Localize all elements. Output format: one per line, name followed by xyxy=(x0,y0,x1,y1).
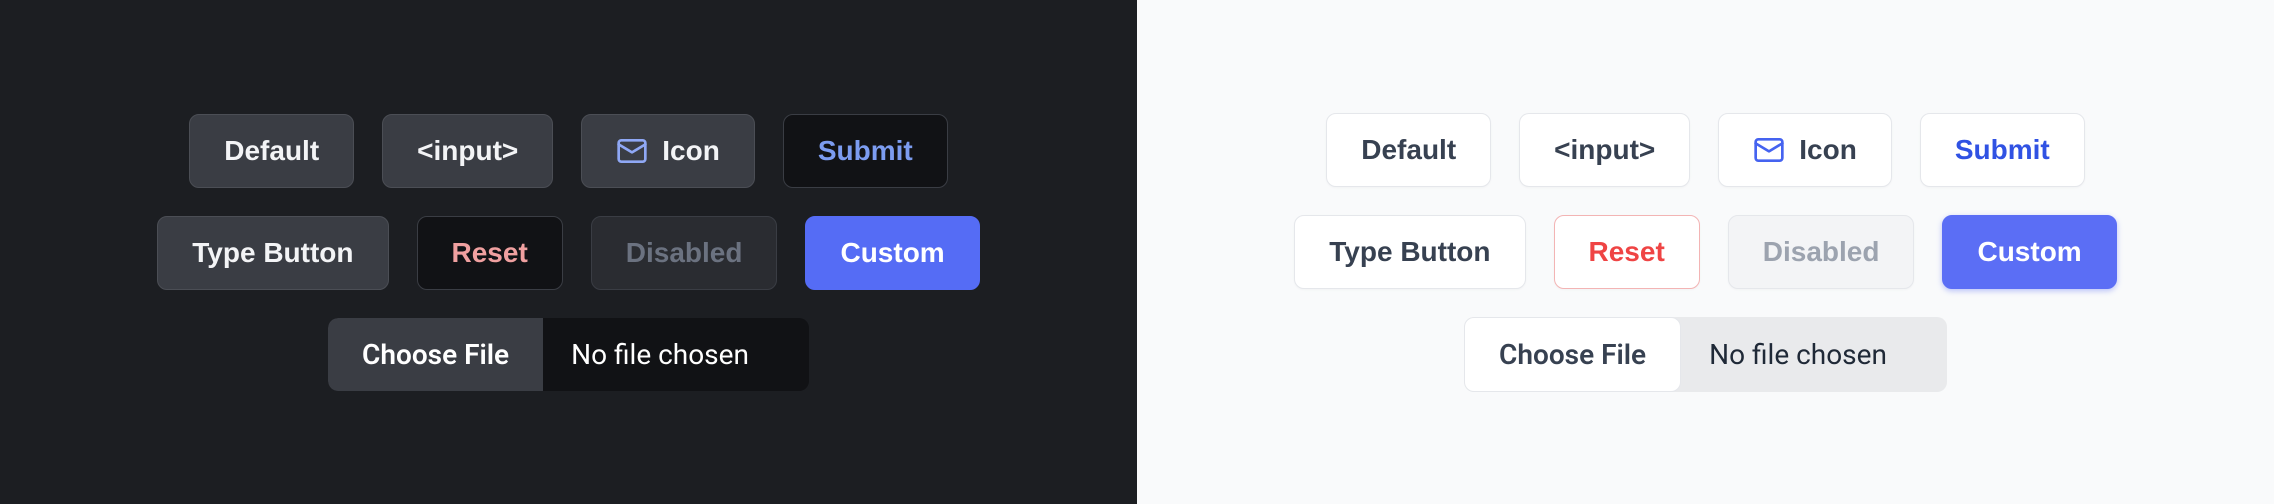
file-input[interactable]: Choose File No file chosen xyxy=(328,318,809,391)
type-button[interactable]: Type Button xyxy=(157,216,388,290)
icon-button-label: Icon xyxy=(662,135,720,167)
type-button[interactable]: Type Button xyxy=(1294,215,1525,289)
custom-button[interactable]: Custom xyxy=(1942,215,2116,289)
reset-button[interactable]: Reset xyxy=(417,216,563,290)
light-theme-panel: Default <input> Icon Submit Type Button … xyxy=(1137,0,2274,504)
submit-button[interactable]: Submit xyxy=(783,114,948,188)
button-row-2: Type Button Reset Disabled Custom xyxy=(1294,215,2116,289)
reset-button[interactable]: Reset xyxy=(1554,215,1700,289)
file-input[interactable]: Choose File No file chosen xyxy=(1464,317,1947,392)
submit-button[interactable]: Submit xyxy=(1920,113,2085,187)
button-row-1: Default <input> Icon Submit xyxy=(189,114,947,188)
choose-file-button[interactable]: Choose File xyxy=(328,318,543,391)
default-button[interactable]: Default xyxy=(189,114,354,188)
mail-icon xyxy=(1753,134,1785,166)
button-row-2: Type Button Reset Disabled Custom xyxy=(157,216,979,290)
icon-button[interactable]: Icon xyxy=(1718,113,1892,187)
default-button[interactable]: Default xyxy=(1326,113,1491,187)
choose-file-button[interactable]: Choose File xyxy=(1464,317,1681,392)
file-status-text: No file chosen xyxy=(543,318,809,391)
file-row: Choose File No file chosen xyxy=(1464,317,1947,392)
button-row-1: Default <input> Icon Submit xyxy=(1326,113,2084,187)
custom-button[interactable]: Custom xyxy=(805,216,979,290)
input-button[interactable]: <input> xyxy=(382,114,553,188)
input-button[interactable]: <input> xyxy=(1519,113,1690,187)
disabled-button: Disabled xyxy=(591,216,778,290)
file-row: Choose File No file chosen xyxy=(328,318,809,391)
icon-button-label: Icon xyxy=(1799,134,1857,166)
mail-icon xyxy=(616,135,648,167)
disabled-button: Disabled xyxy=(1728,215,1915,289)
dark-theme-panel: Default <input> Icon Submit Type Button … xyxy=(0,0,1137,504)
file-status-text: No file chosen xyxy=(1681,317,1947,392)
icon-button[interactable]: Icon xyxy=(581,114,755,188)
